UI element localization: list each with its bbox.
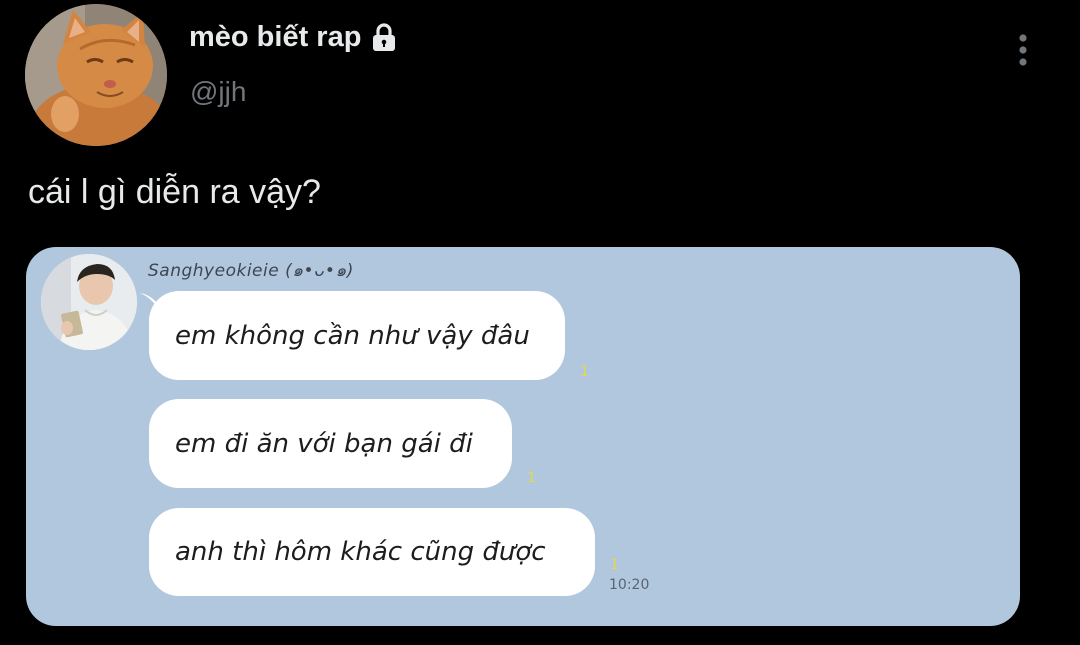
- read-indicator: 1: [610, 557, 619, 573]
- tweet-text: cái l gì diễn ra vậy?: [28, 173, 321, 211]
- person-photo: [41, 254, 137, 350]
- user-handle[interactable]: @jjh: [190, 75, 246, 109]
- more-vertical-icon[interactable]: [1010, 32, 1036, 72]
- read-indicator: 1: [580, 364, 589, 380]
- chat-bubble: em không cần như vậy đâu: [149, 291, 565, 380]
- chat-message-text: em đi ăn với bạn gái đi: [175, 428, 473, 459]
- read-indicator: 1: [527, 470, 536, 486]
- tweet-detail: mèo biết rap @jjh cái l gì diễn ra vậy?: [0, 0, 1080, 645]
- message-timestamp: 10:20: [609, 577, 650, 593]
- profile-avatar[interactable]: [25, 4, 167, 146]
- lock-icon: [373, 23, 396, 51]
- chat-bubble: anh thì hôm khác cũng được: [149, 508, 595, 596]
- chat-message-text: anh thì hôm khác cũng được: [175, 537, 546, 567]
- chat-message-text: em không cần như vậy đâu: [175, 320, 530, 351]
- chat-sender-name: Sanghyeokieie (๑•ᴗ•๑): [148, 261, 354, 281]
- cat-avatar-image: [25, 4, 167, 146]
- display-name-text: mèo biết rap: [189, 21, 362, 53]
- tweet-media-image[interactable]: Sanghyeokieie (๑•ᴗ•๑) em không cần như v…: [26, 247, 1020, 626]
- display-name[interactable]: mèo biết rap: [189, 19, 399, 55]
- chat-bubble: em đi ăn với bạn gái đi: [149, 399, 512, 488]
- sender-avatar: [41, 254, 137, 350]
